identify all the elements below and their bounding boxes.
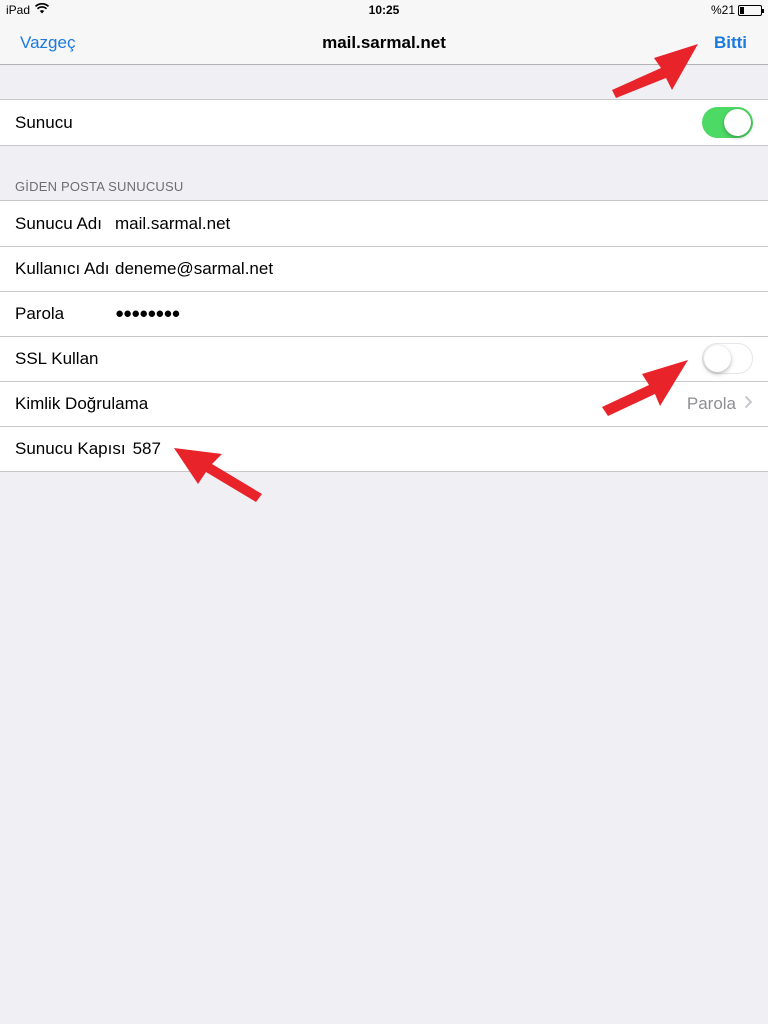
host-row[interactable]: Sunucu Adı mail.sarmal.net [0,201,768,246]
auth-value: Parola [686,393,736,413]
port-field[interactable]: 587 [133,439,161,459]
ssl-label: SSL Kullan [15,348,99,368]
server-row: Sunucu [0,100,768,145]
ssl-toggle[interactable] [702,343,753,374]
section-header: GİDEN POSTA SUNUCUSU [15,179,184,194]
server-toggle[interactable] [702,107,753,138]
password-field[interactable]: ●●●●●●●● [115,305,180,322]
password-label: Parola [15,303,65,323]
toggle-knob [724,109,751,136]
server-group: Sunucu [0,99,768,146]
auth-label: Kimlik Doğrulama [15,393,149,413]
port-label: Sunucu Kapısı [15,438,126,458]
username-row[interactable]: Kullanıcı Adı deneme@sarmal.net [0,246,768,291]
status-bar: iPad 10:25 %21 [0,0,768,20]
host-field[interactable]: mail.sarmal.net [115,214,230,234]
auth-detail: Parola [687,381,753,426]
port-row[interactable]: Sunucu Kapısı 587 [0,426,768,471]
server-label: Sunucu [15,112,73,132]
done-button[interactable]: Bitti [714,33,747,53]
annotation-arrow-port [174,448,262,502]
toggle-knob [704,344,731,372]
chevron-right-icon [744,394,753,414]
outgoing-server-group: Sunucu Adı mail.sarmal.net Kullanıcı Adı… [0,200,768,472]
annotation-arrow-ssl [602,360,688,416]
username-field[interactable]: deneme@sarmal.net [115,259,273,279]
battery-icon [738,4,764,16]
username-label: Kullanıcı Adı [15,258,110,278]
annotation-arrow-done [612,44,698,98]
status-time: 10:25 [368,3,400,17]
battery-percent: %21 [710,3,735,17]
host-label: Sunucu Adı [15,213,102,233]
password-row[interactable]: Parola ●●●●●●●● [0,291,768,336]
